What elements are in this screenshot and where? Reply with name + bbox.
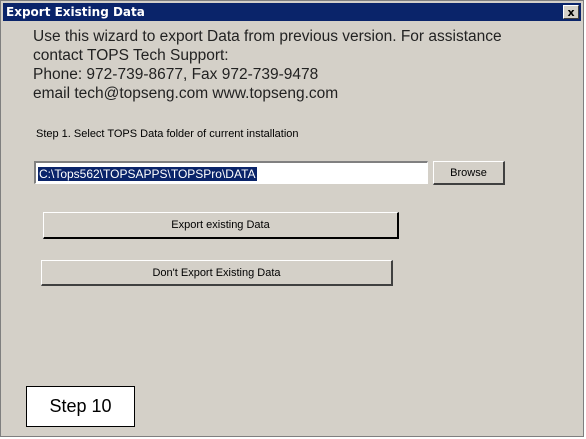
dont-export-data-button[interactable]: Don't Export Existing Data <box>41 260 393 286</box>
window-title: Export Existing Data <box>6 5 145 19</box>
close-button[interactable]: x <box>563 5 579 19</box>
intro-line: email tech@topseng.com www.topseng.com <box>33 85 339 102</box>
export-dialog-window: Export Existing Data x Use this wizard t… <box>0 0 584 437</box>
step-annotation-box: Step 10 <box>26 386 135 427</box>
step-annotation-label: Step 10 <box>49 396 112 416</box>
data-folder-path-value: C:\Tops562\TOPSAPPS\TOPSPro\DATA <box>38 167 257 181</box>
data-folder-path-input[interactable]: C:\Tops562\TOPSAPPS\TOPSPro\DATA <box>34 161 428 184</box>
export-existing-data-button[interactable]: Export existing Data <box>43 212 399 239</box>
step1-label: Step 1. Select TOPS Data folder of curre… <box>36 128 299 140</box>
title-bar[interactable]: Export Existing Data x <box>3 3 581 21</box>
browse-button[interactable]: Browse <box>433 161 505 185</box>
dont-export-button-label: Don't Export Existing Data <box>152 266 281 279</box>
intro-text: Use this wizard to export Data from prev… <box>33 27 573 103</box>
intro-line: Use this wizard to export Data from prev… <box>33 28 502 45</box>
export-button-label: Export existing Data <box>171 219 270 231</box>
intro-line: Phone: 972-739-8677, Fax 972-739-9478 <box>33 66 319 83</box>
intro-line: contact TOPS Tech Support: <box>33 47 229 64</box>
browse-button-label: Browse <box>450 166 487 179</box>
close-icon: x <box>567 5 575 19</box>
